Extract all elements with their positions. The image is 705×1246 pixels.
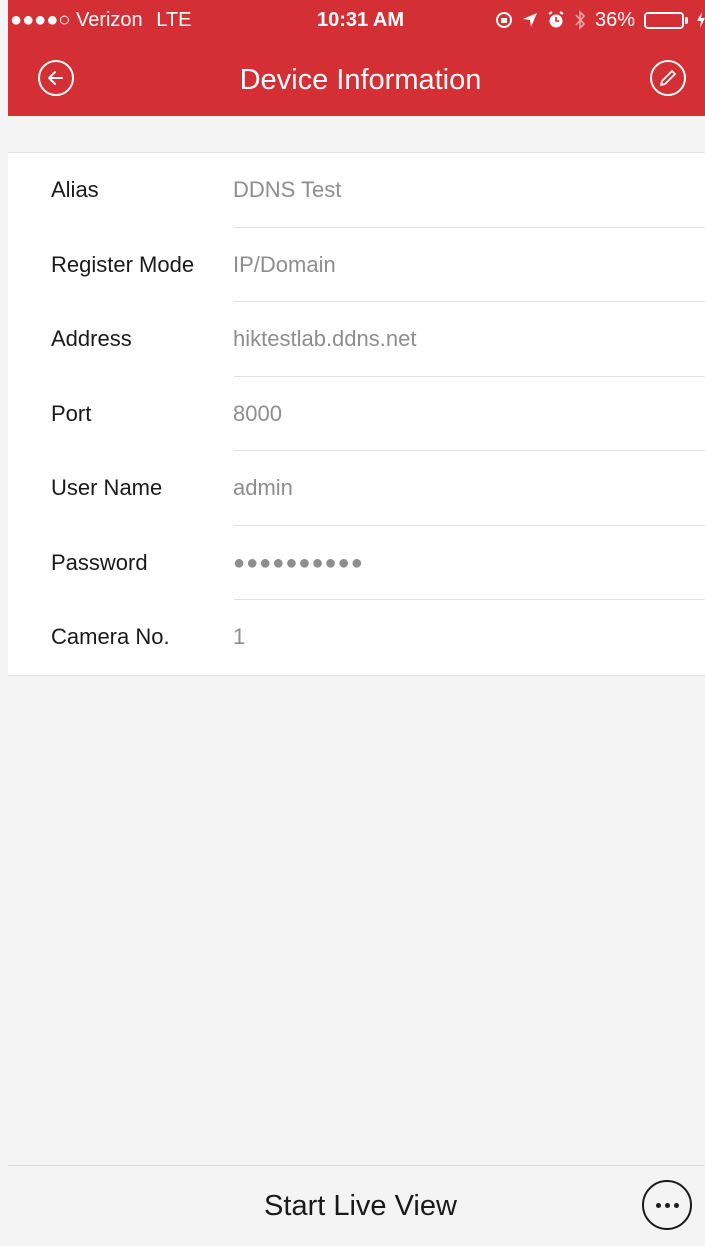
location-arrow-icon — [522, 12, 538, 28]
device-info-list: Alias DDNS Test Register Mode IP/Domain … — [8, 153, 705, 676]
field-row-user-name: User Name admin — [8, 451, 705, 526]
field-label: Port — [51, 400, 92, 426]
orientation-lock-icon — [495, 11, 513, 29]
field-value: DDNS Test — [233, 177, 342, 202]
charging-bolt-icon — [697, 12, 705, 28]
status-right: 36% — [495, 6, 705, 34]
more-ellipsis-icon — [655, 1202, 661, 1208]
field-label: Register Mode — [51, 251, 195, 277]
bottom-toolbar: Start Live View — [8, 1165, 705, 1246]
battery-icon — [644, 11, 688, 29]
password-dots: ●●●●●●●●●● — [233, 551, 364, 574]
field-value: 1 — [233, 624, 246, 649]
bluetooth-icon — [574, 10, 586, 30]
field-row-port: Port 8000 — [8, 377, 705, 451]
field-label: Alias — [51, 177, 99, 202]
field-row-register-mode: Register Mode IP/Domain — [8, 228, 705, 302]
field-row-password: Password ●●●●●●●●●● — [8, 526, 705, 600]
more-options-button[interactable] — [642, 1180, 692, 1230]
field-row-alias: Alias DDNS Test — [8, 153, 705, 228]
page-title: Device Information — [239, 64, 482, 96]
start-live-view-button[interactable]: Start Live View — [8, 1166, 705, 1246]
field-value: hiktestlab.ddns.net — [233, 326, 417, 351]
navigation-bar: ●●●●○ Verizon LTE 10:31 AM 36% Device In… — [8, 0, 705, 116]
section-spacer — [8, 116, 705, 153]
field-value: IP/Domain — [233, 251, 336, 277]
field-label: Camera No. — [51, 624, 170, 649]
field-value: 8000 — [233, 400, 282, 426]
field-label: User Name — [51, 475, 163, 500]
field-row-camera-no: Camera No. 1 — [8, 600, 705, 675]
pencil-icon — [660, 70, 676, 86]
field-label: Password — [51, 549, 148, 575]
field-value: admin — [233, 475, 293, 500]
edit-button[interactable] — [650, 60, 686, 96]
battery-percent: 36% — [594, 9, 635, 31]
alarm-clock-icon — [547, 11, 565, 29]
field-row-address: Address hiktestlab.ddns.net — [8, 302, 705, 377]
field-label: Address — [51, 326, 132, 351]
